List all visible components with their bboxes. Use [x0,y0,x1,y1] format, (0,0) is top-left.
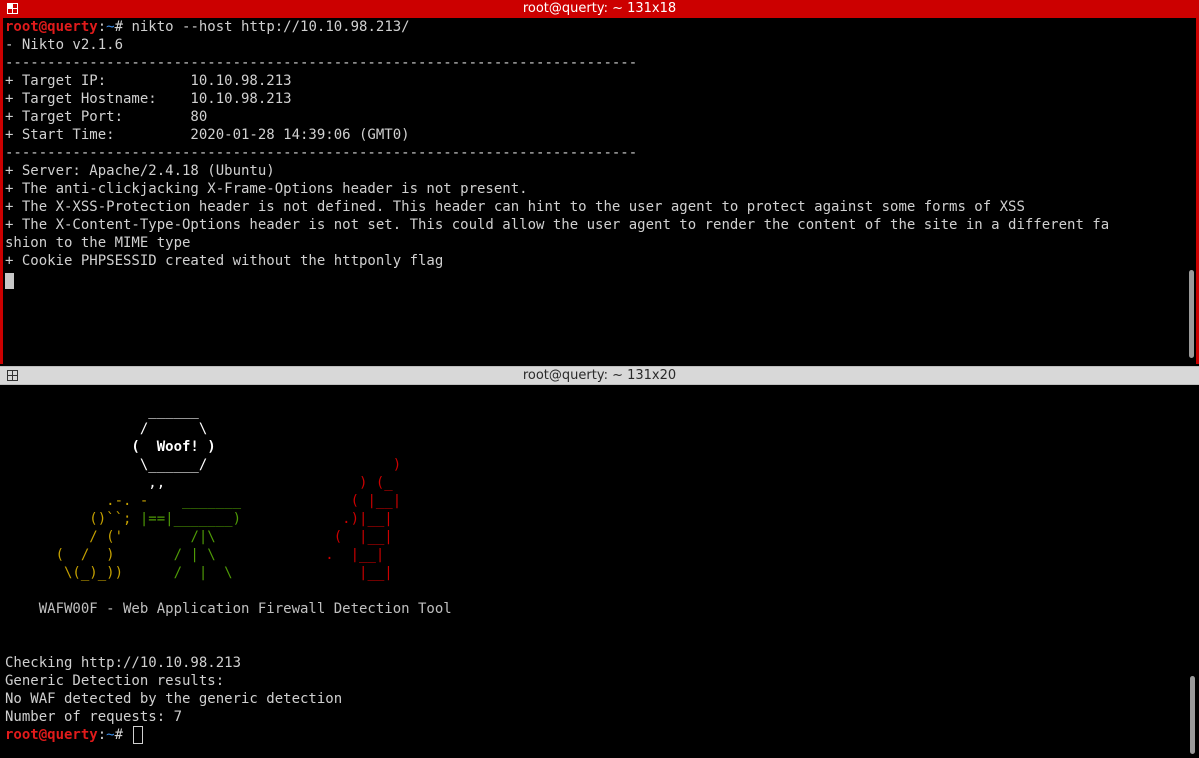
output-line: + Target Hostname: 10.10.98.213 [5,91,292,107]
ascii-art-line: ______ [5,403,199,419]
prompt-user: root@querty [5,727,98,743]
output-line: + Target IP: 10.10.98.213 [5,73,292,89]
tool-banner: WAFW00F - Web Application Firewall Detec… [5,601,452,617]
bottom-terminal-titlebar[interactable]: root@querty: ~ 131x20 [0,366,1199,385]
top-scrollbar[interactable] [1189,270,1194,358]
ascii-art-line: / (' /|\ ( |__| [5,529,393,545]
output-line: + Target Port: 80 [5,109,208,125]
terminal-cursor [5,273,14,289]
output-line: No WAF detected by the generic detection [5,691,343,707]
ascii-art-line: .-. - _______ ( |__| [5,493,402,509]
cursor-line [5,272,14,290]
top-terminal-titlebar[interactable]: root@querty: ~ 131x18 [0,0,1199,18]
prompt-path: ~ [106,19,115,35]
ascii-art-line: \______/ ) [5,457,402,473]
output-line: + The X-XSS-Protection header is not def… [5,199,1025,215]
terminal-window-icon[interactable] [7,3,18,14]
separator-line: ----------------------------------------… [5,145,638,161]
output-line: Checking http://10.10.98.213 [5,655,242,671]
output-line: Generic Detection results: [5,673,225,689]
ascii-art-line: ( / ) / | \ . |__| [5,547,385,563]
ascii-art-line: ( Woof! ) [5,439,216,455]
output-line: - Nikto v2.1.6 [5,37,124,53]
bottom-terminal-pane[interactable]: ______ / \ ( Woof! ) \______/ ) ,, ) (_ … [0,384,1199,758]
ascii-art-line: \(_)_)) / | \ |__| [5,565,393,581]
output-line: + Server: Apache/2.4.18 (Ubuntu) [5,163,275,179]
bottom-terminal-title: root@querty: ~ 131x20 [522,368,677,383]
output-line: + Start Time: 2020-01-28 14:39:06 (GMT0) [5,127,410,143]
prompt-line[interactable]: root@querty:~# [5,726,144,744]
output-line: + Cookie PHPSESSID created without the h… [5,253,444,269]
terminal-window-icon[interactable] [7,370,18,381]
prompt-user: root@querty [5,19,98,35]
separator-line: ----------------------------------------… [5,55,638,71]
output-line: Number of requests: 7 [5,709,183,725]
top-terminal-title: root@querty: ~ 131x18 [522,1,677,16]
output-line: shion to the MIME type [5,235,191,251]
command-text: nikto --host http://10.10.98.213/ [131,19,410,35]
top-terminal-pane[interactable]: root@querty:~# nikto --host http://10.10… [0,18,1199,364]
terminal-cursor [133,726,144,744]
output-line: + The X-Content-Type-Options header is n… [5,217,1110,233]
ascii-art-line: ()``; |==|_______) .)|__| [5,511,393,527]
command-line: root@querty:~# nikto --host http://10.10… [5,19,410,35]
output-line: + The anti-clickjacking X-Frame-Options … [5,181,528,197]
ascii-art-line: ,, ) (_ [5,475,393,491]
ascii-art-line: / \ [5,421,208,437]
bottom-scrollbar[interactable] [1190,676,1195,754]
prompt-path: ~ [106,727,115,743]
